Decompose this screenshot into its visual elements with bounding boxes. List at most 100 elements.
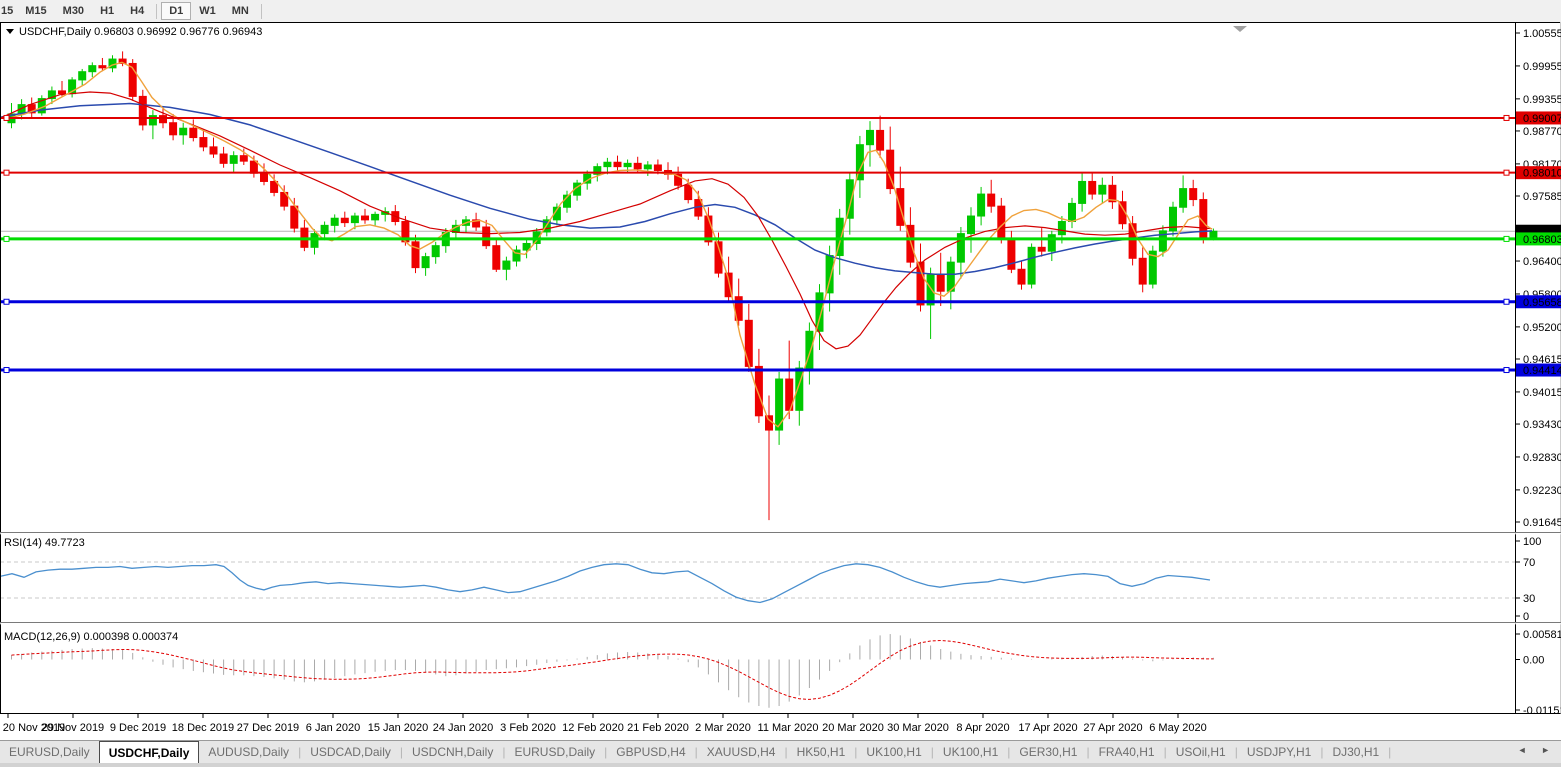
- date-label: 12 Feb 2020: [562, 722, 624, 734]
- rsi-axis-label: 0: [1523, 611, 1529, 623]
- chart-tab-dj30-h1[interactable]: DJ30,H1: [1323, 741, 1388, 763]
- date-label: 27 Apr 2020: [1083, 722, 1142, 734]
- candle-body: [634, 163, 641, 168]
- chart-tab-usdcnh-daily[interactable]: USDCNH,Daily: [403, 741, 502, 763]
- price-badge-0.99007: 0.99007: [1516, 111, 1561, 125]
- date-label: 20 Mar 2020: [822, 722, 884, 734]
- chart-tab-usdcad-daily[interactable]: USDCAD,Daily: [301, 741, 400, 763]
- price-axis-label: 0.95200: [1523, 322, 1561, 334]
- candle-body: [624, 163, 631, 166]
- chart-tab-usdchf-daily[interactable]: USDCHF,Daily: [99, 741, 200, 763]
- date-label: 15 Jan 2020: [368, 722, 429, 734]
- candle-body: [341, 218, 348, 222]
- candle-body: [766, 416, 773, 430]
- date-label: 27 Dec 2019: [237, 722, 299, 734]
- candle-body: [614, 162, 621, 166]
- chart-tab-hk50-h1[interactable]: HK50,H1: [788, 741, 855, 763]
- macd-axis-label: 0.005818: [1523, 629, 1561, 641]
- chart-tab-usoil-h1[interactable]: USOil,H1: [1167, 741, 1235, 763]
- candle-body: [321, 225, 328, 233]
- candle-body: [654, 165, 661, 170]
- candle-body: [311, 234, 318, 248]
- price-axis-label: 0.93430: [1523, 419, 1561, 431]
- candle-body: [220, 154, 227, 163]
- candle-body: [745, 320, 752, 366]
- line-handle[interactable]: [1504, 299, 1509, 304]
- price-axis-label: 0.98770: [1523, 126, 1561, 138]
- tf-button-mn[interactable]: MN: [224, 2, 257, 20]
- date-axis[interactable]: 20 Nov 201929 Nov 20199 Dec 201918 Dec 2…: [0, 714, 1561, 740]
- price-axis-label: 0.97585: [1523, 191, 1561, 203]
- candle-body: [250, 161, 257, 173]
- line-handle[interactable]: [4, 236, 9, 241]
- price-axis-label: 0.91645: [1523, 517, 1561, 529]
- chart-tab-xauusd-h4[interactable]: XAUUSD,H4: [698, 741, 785, 763]
- tf-button-m30[interactable]: M30: [55, 2, 92, 20]
- line-handle[interactable]: [4, 299, 9, 304]
- candle-body: [1038, 247, 1045, 251]
- tf-button-15[interactable]: 15: [0, 2, 17, 20]
- tf-button-h1[interactable]: H1: [92, 2, 122, 20]
- price-axis-label: 0.96400: [1523, 256, 1561, 268]
- toolbar-separator: [261, 4, 262, 19]
- rsi-title: RSI(14) 49.7723: [4, 537, 85, 549]
- tf-button-w1[interactable]: W1: [191, 2, 224, 20]
- date-label: 3 Feb 2020: [500, 722, 556, 734]
- tf-button-d1[interactable]: D1: [161, 2, 191, 20]
- date-label: 6 May 2020: [1149, 722, 1206, 734]
- line-handle[interactable]: [4, 368, 9, 373]
- candle-body: [604, 162, 611, 166]
- candle-body: [483, 227, 490, 246]
- candle-body: [422, 257, 429, 268]
- line-handle[interactable]: [1504, 170, 1509, 175]
- line-handle[interactable]: [1504, 115, 1509, 120]
- candle-body: [877, 130, 884, 150]
- date-label: 17 Apr 2020: [1018, 722, 1077, 734]
- candle-body: [372, 214, 379, 219]
- chart-tab-eurusd-daily[interactable]: EURUSD,Daily: [505, 741, 604, 763]
- chart-tabs-bar: EURUSD,DailyUSDCHF,DailyAUDUSD,Daily|USD…: [0, 740, 1561, 763]
- date-label: 21 Feb 2020: [627, 722, 689, 734]
- chart-tab-fra40-h1[interactable]: FRA40,H1: [1090, 741, 1164, 763]
- date-label: 24 Jan 2020: [433, 722, 494, 734]
- chart-tab-audusd-daily[interactable]: AUDUSD,Daily: [199, 741, 298, 763]
- candle-body: [947, 262, 954, 291]
- chart-tab-eurusd-daily[interactable]: EURUSD,Daily: [0, 741, 99, 763]
- candle-body: [968, 216, 975, 234]
- candle-body: [1190, 189, 1197, 200]
- macd-title: MACD(12,26,9) 0.000398 0.000374: [4, 631, 178, 643]
- candle-body: [99, 66, 106, 68]
- chart-tab-uk100-h1[interactable]: UK100,H1: [934, 741, 1007, 763]
- candle-body: [210, 147, 217, 154]
- line-handle[interactable]: [1504, 368, 1509, 373]
- price-axis-label: 0.92830: [1523, 452, 1561, 464]
- price-axis-label: 0.99355: [1523, 94, 1561, 106]
- chart-tab-uk100-h1[interactable]: UK100,H1: [857, 741, 930, 763]
- chart-tab-gbpusd-h4[interactable]: GBPUSD,H4: [607, 741, 694, 763]
- price-badge-0.95658: 0.95658: [1516, 295, 1561, 309]
- tf-button-h4[interactable]: H4: [122, 2, 152, 20]
- candle-body: [1099, 185, 1106, 194]
- tab-separator: |: [1388, 741, 1391, 763]
- price-axis-label: 1.00555: [1523, 28, 1561, 40]
- line-handle[interactable]: [4, 115, 9, 120]
- chart-tab-usdjpy-h1[interactable]: USDJPY,H1: [1238, 741, 1320, 763]
- candle-body: [89, 66, 96, 72]
- candle-body: [867, 130, 874, 144]
- chart-tab-ger30-h1[interactable]: GER30,H1: [1010, 741, 1086, 763]
- tab-scroll-arrows[interactable]: ◄ ►: [1518, 745, 1556, 755]
- candle-body: [503, 261, 510, 269]
- candle-body: [261, 173, 268, 181]
- chart-canvas[interactable]: USDCHF,Daily 0.96803 0.96992 0.96776 0.9…: [0, 22, 1561, 740]
- timeframe-toolbar: 15M15M30H1H4 D1W1MN: [0, 0, 1561, 22]
- line-handle[interactable]: [1504, 236, 1509, 241]
- date-label: 11 Mar 2020: [758, 722, 819, 734]
- candle-body: [200, 138, 207, 147]
- candle-body: [180, 128, 187, 135]
- toolbar-separator: [156, 4, 157, 19]
- line-handle[interactable]: [4, 170, 9, 175]
- candle-body: [937, 275, 944, 291]
- price-badge-text: 0.94414: [1523, 365, 1561, 377]
- candle-body: [59, 91, 66, 94]
- tf-button-m15[interactable]: M15: [17, 2, 54, 20]
